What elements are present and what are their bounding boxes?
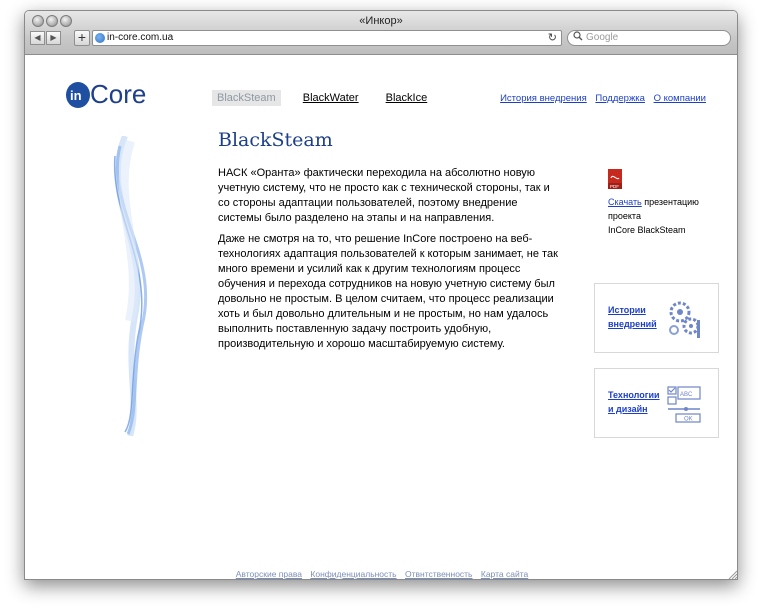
footer-sitemap-link[interactable]: Карта сайта <box>481 569 528 579</box>
search-field[interactable]: Google <box>567 30 731 46</box>
add-bookmark-button[interactable]: + <box>74 30 90 46</box>
resize-grip-icon[interactable] <box>727 569 737 579</box>
reload-icon[interactable]: ↻ <box>548 31 557 45</box>
abc-label: ABC <box>680 392 693 398</box>
footer-copyright-link[interactable]: Авторские права <box>236 569 302 579</box>
tab-blacksteam[interactable]: BlackSteam <box>212 90 281 106</box>
download-text: презентацию <box>641 197 699 207</box>
globe-icon <box>95 33 105 43</box>
download-link[interactable]: Скачать <box>608 197 642 207</box>
search-placeholder: Google <box>586 32 619 43</box>
window-title: «Инкор» <box>359 15 403 27</box>
browser-window: «Инкор» ◀ ▶ + in-core.com.ua ↻ Google in… <box>24 10 738 580</box>
link-about[interactable]: О компании <box>654 93 706 104</box>
incore-logo[interactable]: in Core <box>65 74 147 112</box>
footer-privacy-link[interactable]: Конфиденциальность <box>310 569 396 579</box>
card-line: внедрений <box>608 319 657 329</box>
title-bar: «Инкор» ◀ ▶ + in-core.com.ua ↻ Google <box>25 11 737 55</box>
product-tabs: BlackSteam BlackWater BlackIce <box>212 90 446 106</box>
url-text: in-core.com.ua <box>107 32 174 43</box>
paragraph: НАСК «Оранта» фактически переходила на а… <box>218 167 550 224</box>
card-technologies-label[interactable]: Технологии и дизайн <box>608 388 664 416</box>
card-line: Технологии <box>608 390 660 400</box>
ok-label: OK <box>684 417 693 423</box>
link-history[interactable]: История внедрения <box>500 93 587 104</box>
svg-text:Core: Core <box>90 79 146 109</box>
back-button[interactable]: ◀ <box>30 31 45 45</box>
paragraph: Даже не смотря на то, что решение InCore… <box>218 233 558 350</box>
card-stories[interactable]: Истории внедрений <box>594 283 719 353</box>
article-body: НАСК «Оранта» фактически переходила на а… <box>218 166 558 358</box>
pdf-badge: PDF <box>610 184 619 189</box>
web-page: in Core BlackSteam BlackWater BlackIce И… <box>25 56 737 579</box>
svg-text:in: in <box>70 88 82 103</box>
link-support[interactable]: Поддержка <box>595 93 645 104</box>
address-bar[interactable]: in-core.com.ua ↻ <box>92 30 562 46</box>
site-links: История внедрения Поддержка О компании <box>494 93 706 104</box>
tab-blackwater[interactable]: BlackWater <box>298 90 364 106</box>
download-presentation: Скачать презентацию проекта InCore Black… <box>608 195 708 237</box>
gears-icon <box>669 301 700 338</box>
page-title: BlackSteam <box>218 129 333 151</box>
card-stories-label[interactable]: Истории внедрений <box>608 303 664 331</box>
card-line: и дизайн <box>608 404 648 414</box>
forward-button[interactable]: ▶ <box>46 31 61 45</box>
tab-blackice[interactable]: BlackIce <box>381 90 433 106</box>
card-technologies[interactable]: Технологии и дизайн ABC OK <box>594 368 719 438</box>
download-text: проекта <box>608 211 641 221</box>
decorative-wave <box>113 136 148 436</box>
pdf-icon[interactable]: PDF <box>608 169 622 189</box>
search-icon <box>573 31 583 46</box>
ui-design-icon: ABC OK <box>667 386 701 423</box>
download-text: InCore BlackSteam <box>608 225 686 235</box>
footer-responsibility-link[interactable]: Отвнтственность <box>405 569 473 579</box>
footer: Авторские права Конфиденциальность Отвнт… <box>25 569 737 579</box>
card-line: Истории <box>608 305 646 315</box>
